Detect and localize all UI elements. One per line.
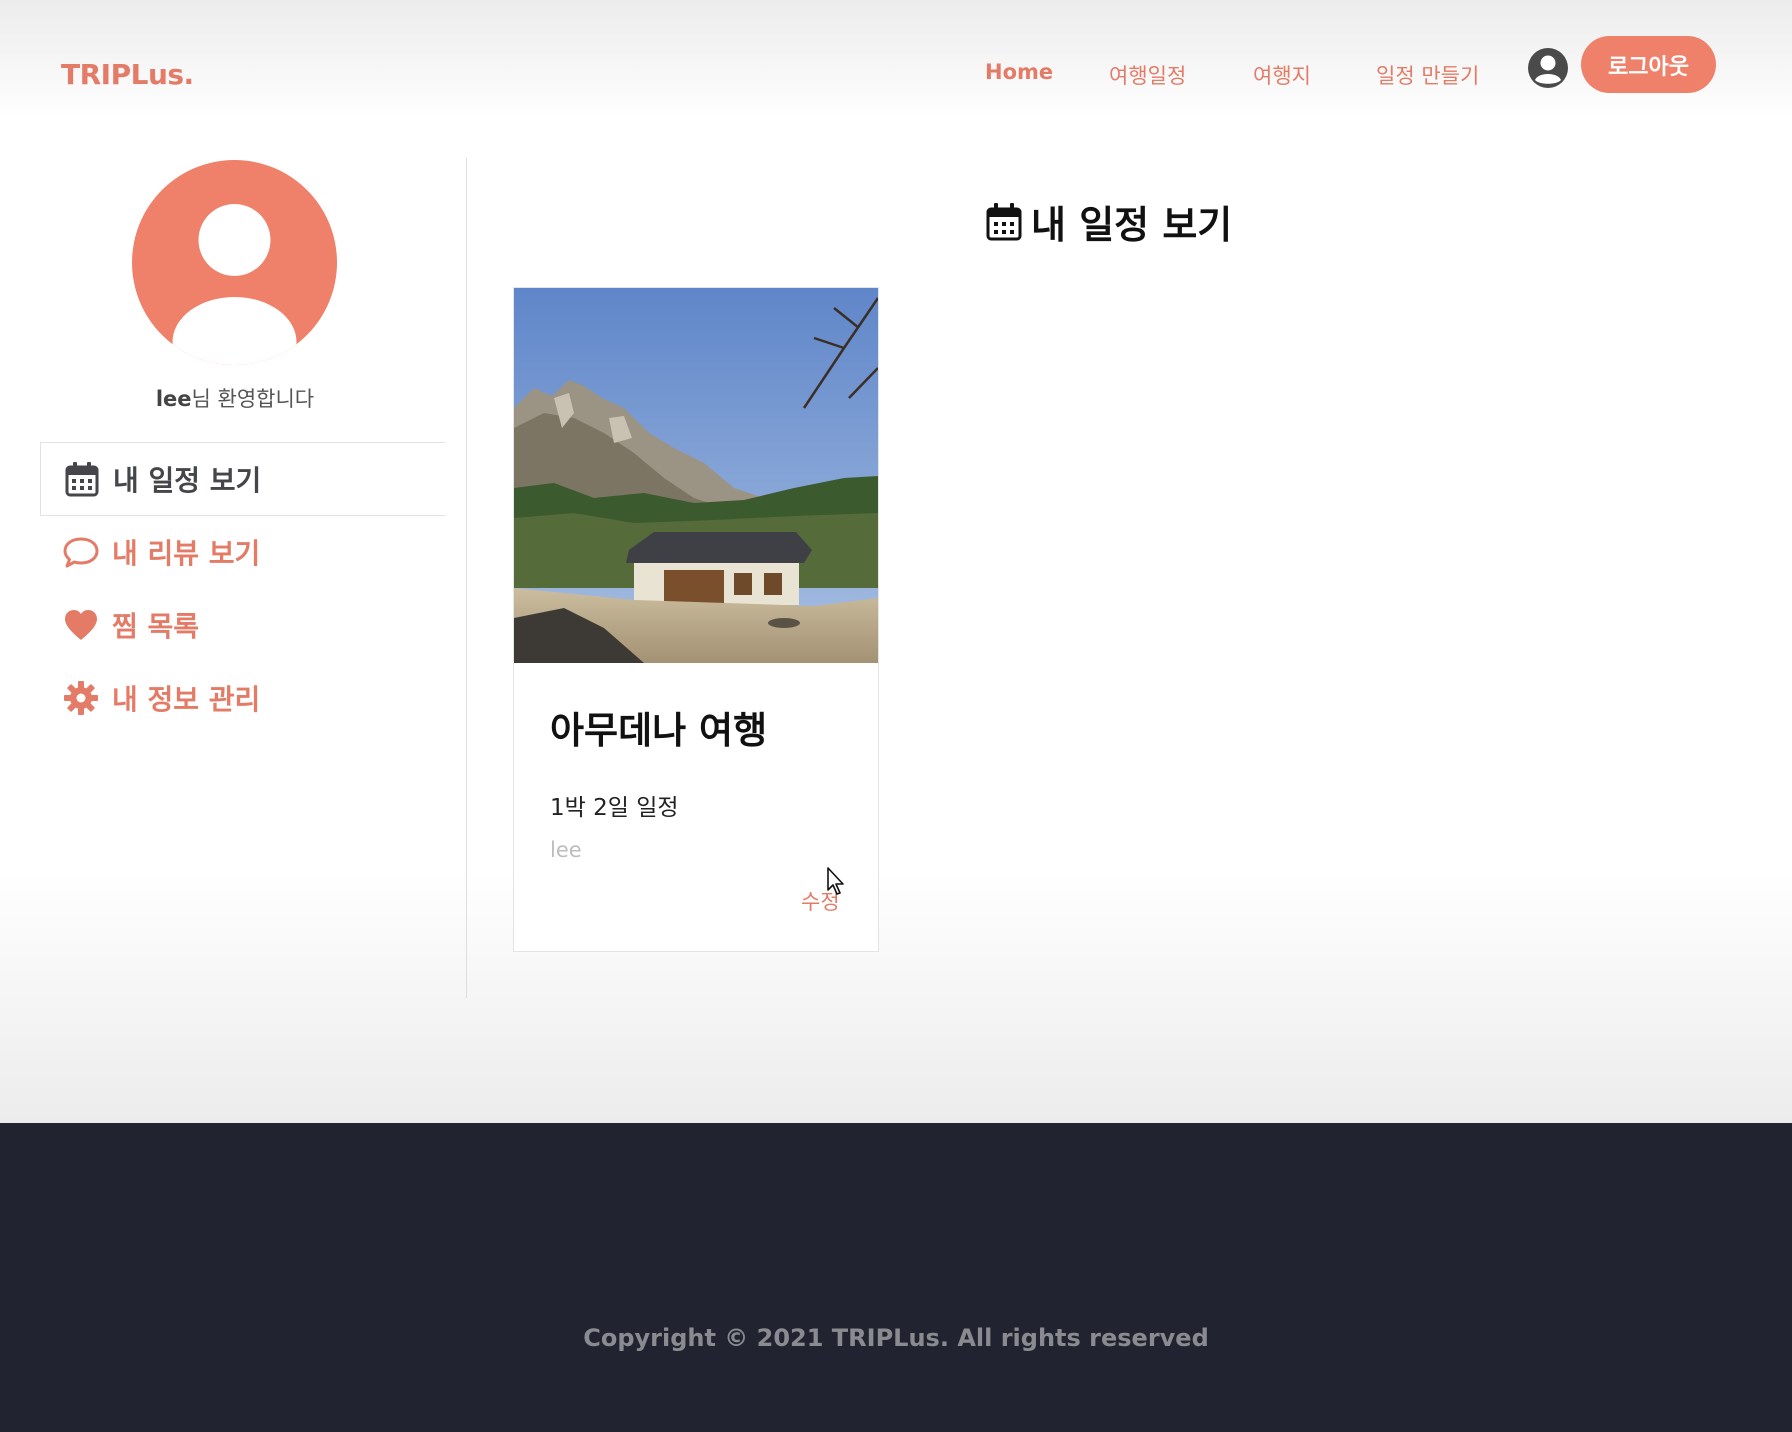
copyright-text: Copyright © 2021 TRIPLus. All rights res… [583,1324,1209,1352]
sidebar-item-account-settings[interactable]: 내 정보 관리 [40,661,445,735]
nav-create-schedule[interactable]: 일정 만들기 [1376,60,1479,90]
sidebar-item-label: 내 일정 보기 [113,464,262,497]
card-author: lee [550,838,582,862]
sidebar-item-label: 내 정보 관리 [112,683,261,716]
sidebar-item-label: 찜 목록 [112,610,200,643]
user-profile-icon[interactable] [1527,47,1569,89]
page-title-text: 내 일정 보기 [1031,202,1233,247]
logout-button[interactable]: 로그아웃 [1581,36,1716,93]
speech-bubble-icon [62,533,100,571]
card-duration: 1박 2일 일정 [550,795,679,821]
sidebar-divider [466,158,467,998]
calendar-icon [985,201,1023,241]
site-logo[interactable]: TRIPLus. [61,58,194,91]
sidebar-item-wishlist[interactable]: 찜 목록 [40,588,445,662]
card-title[interactable]: 아무데나 여행 [550,700,767,754]
top-navbar: TRIPLus. Home 여행일정 여행지 일정 만들기 로그아웃 [0,0,1792,140]
nav-travel-schedules[interactable]: 여행일정 [1109,60,1186,90]
page-title: 내 일정 보기 [985,193,1232,249]
schedule-card[interactable]: 아무데나 여행 1박 2일 일정 lee 수정 [513,287,879,952]
sidebar-item-my-schedules[interactable]: 내 일정 보기 [40,442,445,516]
nav-home[interactable]: Home [985,60,1053,90]
sidebar-item-label: 내 리뷰 보기 [112,537,261,570]
calendar-icon [63,460,101,498]
avatar [132,160,337,365]
welcome-message: lee님 환영합니다 [0,383,470,413]
sidebar-item-my-reviews[interactable]: 내 리뷰 보기 [40,515,445,589]
gear-icon [62,679,100,717]
welcome-username: lee [155,387,192,411]
nav-destinations[interactable]: 여행지 [1253,60,1311,90]
welcome-suffix: 님 환영합니다 [191,387,315,411]
card-thumbnail[interactable] [514,288,878,663]
footer: Copyright © 2021 TRIPLus. All rights res… [0,1123,1792,1432]
mouse-cursor-icon [826,866,848,898]
heart-icon [62,606,100,644]
